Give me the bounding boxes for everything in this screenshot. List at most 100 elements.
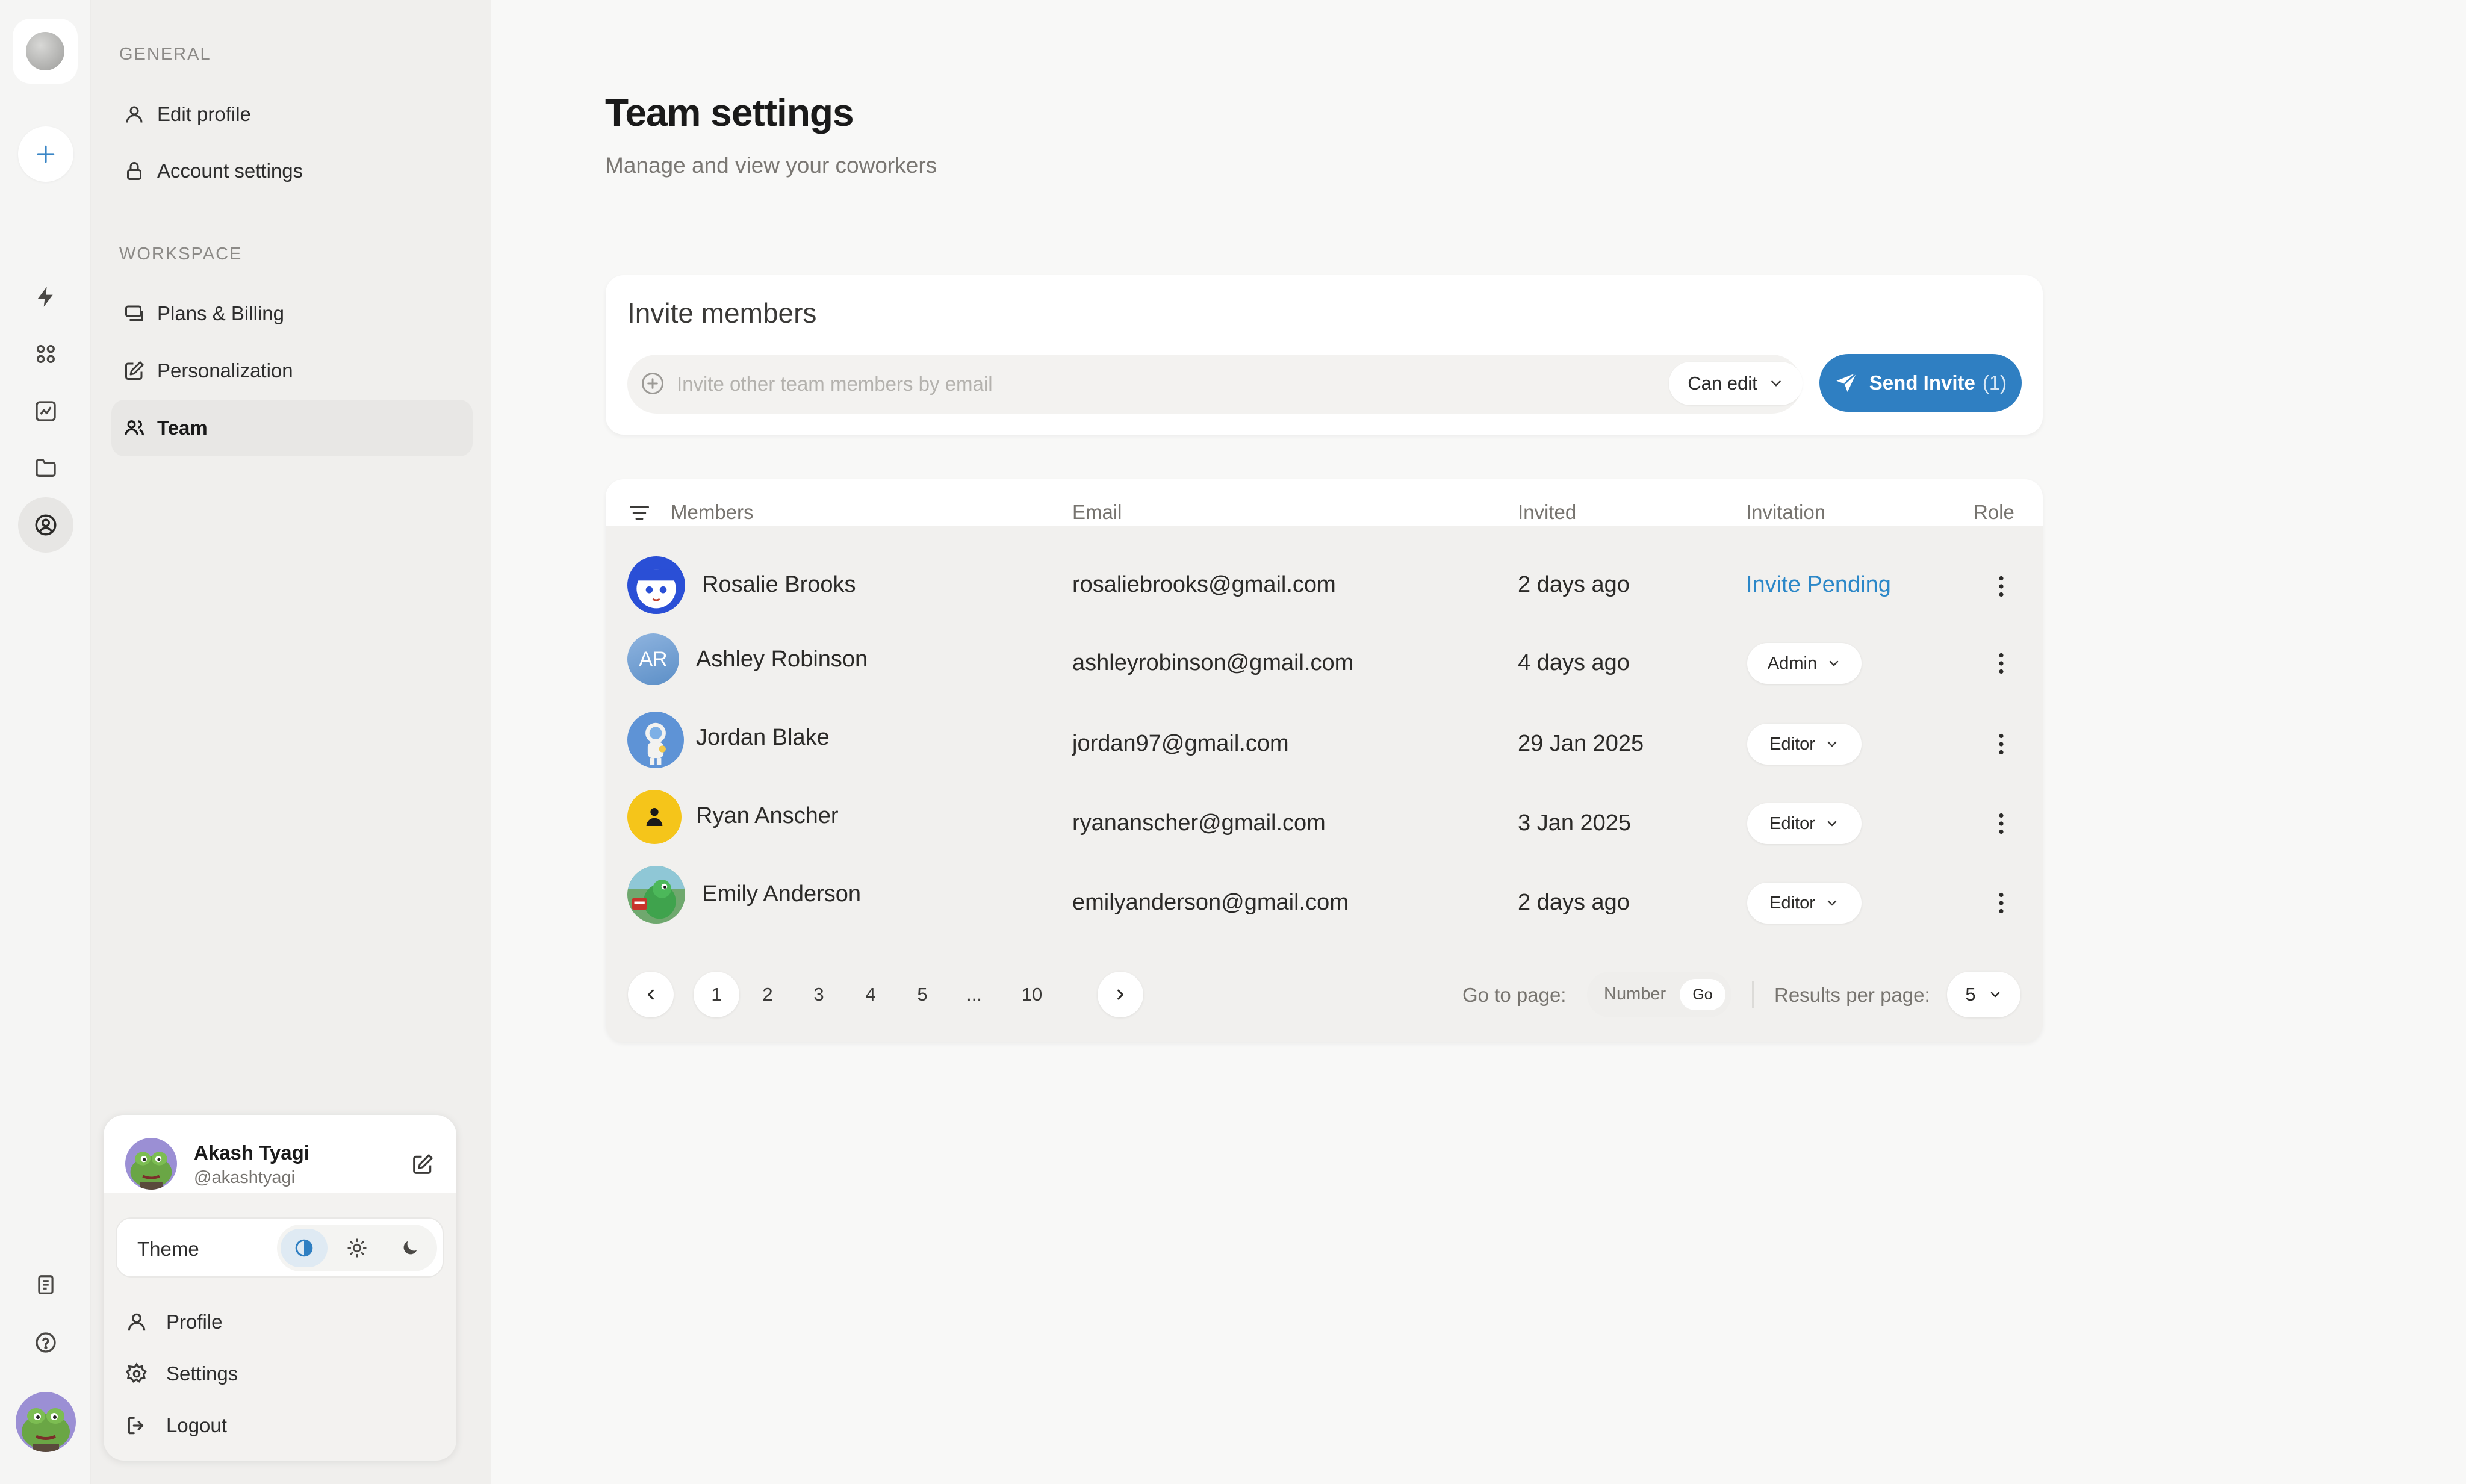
page-2[interactable]: 2 — [745, 972, 790, 1017]
row-more-button[interactable] — [1984, 727, 2018, 761]
role-value: Admin — [1767, 653, 1818, 673]
role-dropdown[interactable]: Admin — [1747, 643, 1862, 684]
apps-grid-icon — [37, 345, 55, 363]
folder-icon — [36, 459, 56, 477]
document-icon — [38, 1275, 54, 1294]
row-more-button[interactable] — [1984, 570, 2018, 603]
rail-bolt[interactable] — [22, 273, 70, 321]
app-logo[interactable] — [13, 19, 78, 84]
rail-folder[interactable] — [22, 444, 70, 492]
col-role[interactable]: Role — [1974, 501, 2014, 524]
theme-dark-button[interactable] — [387, 1229, 433, 1267]
goto-page-input[interactable]: Number Go — [1587, 972, 1731, 1017]
col-invitation[interactable]: Invitation — [1746, 501, 1825, 524]
user-avatar[interactable] — [16, 1392, 76, 1452]
member-name: Ryan Anscher — [696, 803, 839, 828]
theme-auto-button[interactable] — [281, 1229, 328, 1267]
menu-settings-label: Settings — [166, 1362, 238, 1385]
page-4[interactable]: 4 — [848, 972, 893, 1017]
user-handle: @akashtyagi — [194, 1168, 296, 1187]
page-title: Team settings — [605, 91, 854, 134]
results-per-page-label: Results per page: — [1774, 984, 1930, 1006]
members-table: Members Email Invited Invitation Role Ro… — [606, 479, 2043, 1042]
plus-icon — [37, 145, 55, 163]
user-circle-icon — [35, 514, 57, 536]
anime-avatar-icon — [627, 556, 685, 614]
table-row[interactable]: Jordan Blake jordan97@gmail.com 29 Jan 2… — [606, 703, 2043, 783]
theme-light-button[interactable] — [334, 1229, 380, 1267]
row-more-button[interactable] — [1984, 886, 2018, 920]
more-vertical-icon — [1999, 813, 2004, 834]
plus-circle-icon — [642, 373, 663, 394]
send-invite-button[interactable]: Send Invite (1) — [1819, 354, 2022, 412]
sidebar-item-label: Personalization — [157, 359, 293, 382]
sidebar-item-edit-profile[interactable]: Edit profile — [111, 86, 473, 143]
rail-docs[interactable] — [22, 1261, 70, 1309]
member-email: emilyanderson@gmail.com — [1072, 890, 1349, 915]
row-more-button[interactable] — [1984, 647, 2018, 680]
filter-lines-icon[interactable] — [627, 503, 651, 523]
chevron-down-icon — [1827, 900, 1837, 906]
chart-icon — [36, 401, 56, 421]
person-icon — [646, 808, 663, 826]
send-icon — [1836, 372, 1857, 392]
sidebar-item-account-settings[interactable]: Account settings — [111, 143, 473, 199]
edit-icon — [413, 1154, 433, 1174]
section-general-label: GENERAL — [119, 45, 211, 64]
edit-user-button[interactable] — [405, 1146, 441, 1182]
member-invited: 29 Jan 2025 — [1518, 731, 1644, 756]
sidebar-item-team[interactable]: Team — [111, 400, 473, 456]
chevron-down-icon — [1990, 992, 1999, 998]
user-icon — [126, 106, 143, 123]
rail-analytics[interactable] — [22, 387, 70, 435]
invite-email-input[interactable] — [677, 355, 1640, 414]
member-avatar — [627, 712, 684, 768]
section-workspace-label: WORKSPACE — [119, 244, 243, 264]
member-name: Rosalie Brooks — [702, 572, 856, 597]
col-email[interactable]: Email — [1072, 501, 1122, 524]
results-per-page-select[interactable]: 5 — [1947, 972, 2020, 1017]
role-dropdown[interactable]: Editor — [1747, 883, 1862, 924]
menu-settings[interactable]: Settings — [125, 1356, 238, 1392]
sidebar-item-label: Edit profile — [157, 103, 251, 125]
table-row[interactable]: Emily Anderson emilyanderson@gmail.com 2… — [606, 862, 2043, 942]
theme-toggle-group — [277, 1225, 437, 1271]
bolt-icon — [37, 287, 53, 307]
sidebar-item-plans-billing[interactable]: Plans & Billing — [111, 285, 473, 342]
sidebar-item-personalization[interactable]: Personalization — [111, 343, 473, 399]
table-row[interactable]: Rosalie Brooks rosaliebrooks@gmail.com 2… — [606, 545, 2043, 625]
table-row[interactable]: AR Ashley Robinson ashleyrobinson@gmail.… — [606, 624, 2043, 703]
sidebar-item-label: Team — [157, 417, 208, 439]
row-more-button[interactable] — [1984, 807, 2018, 840]
new-button[interactable] — [18, 126, 73, 182]
theme-switcher: Theme — [116, 1217, 444, 1278]
go-button[interactable]: Go — [1680, 979, 1725, 1010]
role-dropdown[interactable]: Editor — [1747, 724, 1862, 765]
permission-dropdown[interactable]: Can edit — [1669, 362, 1803, 405]
page-5[interactable]: 5 — [899, 972, 945, 1017]
menu-logout[interactable]: Logout — [125, 1408, 227, 1444]
rail-apps[interactable] — [22, 330, 70, 378]
prev-page-button[interactable] — [628, 972, 674, 1017]
edit-square-icon — [125, 361, 144, 380]
page-3[interactable]: 3 — [796, 972, 842, 1017]
page-10[interactable]: 10 — [1009, 972, 1055, 1017]
col-members[interactable]: Members — [671, 501, 754, 524]
astronaut-avatar-icon — [627, 712, 684, 768]
invite-members-card: Invite members Can edit Send Invite (1) — [606, 275, 2043, 435]
role-dropdown[interactable]: Editor — [1747, 803, 1862, 844]
send-invite-label: Send Invite — [1869, 371, 1975, 394]
rail-team[interactable] — [18, 497, 73, 553]
page-1[interactable]: 1 — [694, 972, 739, 1017]
logo-orb-icon — [26, 32, 64, 70]
user-card-avatar[interactable] — [125, 1138, 177, 1190]
col-invited[interactable]: Invited — [1518, 501, 1576, 524]
table-header: Members Email Invited Invitation Role — [606, 479, 2043, 526]
invite-pending-link[interactable]: Invite Pending — [1746, 572, 1891, 598]
next-page-button[interactable] — [1098, 972, 1143, 1017]
table-row[interactable]: Ryan Anscher ryananscher@gmail.com 3 Jan… — [606, 783, 2043, 862]
rail-help[interactable] — [22, 1318, 70, 1367]
menu-profile[interactable]: Profile — [125, 1304, 223, 1340]
help-icon — [36, 1332, 56, 1353]
gear-icon — [125, 1362, 147, 1383]
